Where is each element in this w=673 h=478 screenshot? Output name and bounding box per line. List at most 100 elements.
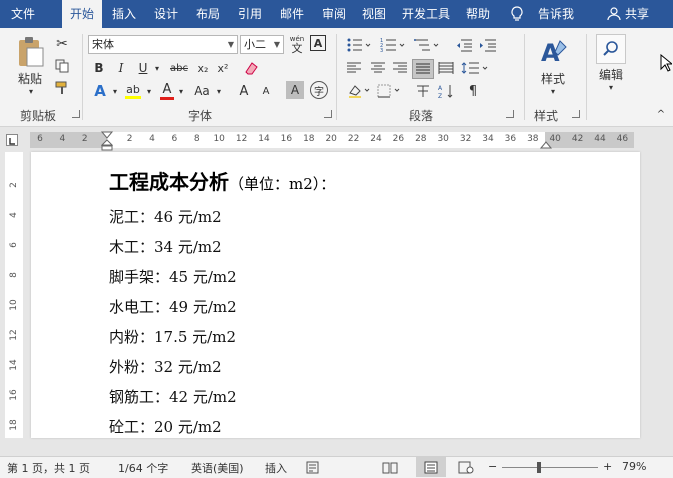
- vertical-scrollbar[interactable]: [645, 152, 659, 438]
- chevron-down-icon[interactable]: ▾: [152, 59, 162, 77]
- highlight-color-button[interactable]: ab: [122, 81, 144, 101]
- zoom-level[interactable]: 79%: [622, 460, 646, 473]
- tab-file[interactable]: 文件: [8, 0, 38, 28]
- share-button[interactable]: 共享: [622, 0, 652, 28]
- text-effects-icon[interactable]: A: [90, 81, 110, 101]
- document-line[interactable]: 脚手架：45 元/m2: [109, 266, 237, 287]
- web-layout-icon[interactable]: [458, 461, 474, 477]
- paste-button[interactable]: 粘贴: [12, 70, 48, 86]
- change-case-button[interactable]: Aa: [190, 81, 214, 101]
- character-border-icon[interactable]: A: [310, 35, 326, 51]
- collapse-ribbon-icon[interactable]: ^: [655, 108, 667, 120]
- increase-indent-icon[interactable]: [478, 36, 498, 54]
- zoom-slider-track[interactable]: [502, 467, 598, 468]
- grow-font-button[interactable]: A: [236, 81, 252, 101]
- right-indent-marker[interactable]: [539, 138, 553, 152]
- italic-button[interactable]: I: [112, 59, 130, 77]
- tab-help[interactable]: 帮助: [462, 0, 494, 28]
- tab-review[interactable]: 审阅: [318, 0, 350, 28]
- subscript-button[interactable]: x₂: [194, 59, 212, 77]
- multilevel-list-icon[interactable]: [412, 36, 442, 54]
- insert-mode-indicator[interactable]: 插入: [265, 460, 287, 476]
- editing-button[interactable]: 编辑: [592, 66, 630, 82]
- document-heading[interactable]: 工程成本分析（单位：m2）：: [109, 166, 335, 195]
- bold-button[interactable]: B: [90, 59, 108, 77]
- zoom-in-button[interactable]: +: [603, 460, 612, 473]
- tab-stop-selector[interactable]: [6, 134, 18, 146]
- bullets-icon[interactable]: [344, 36, 374, 54]
- document-line[interactable]: 砼工：20 元/m2: [109, 416, 222, 437]
- zoom-out-button[interactable]: −: [488, 460, 497, 473]
- chevron-down-icon[interactable]: ▾: [606, 82, 616, 92]
- styles-gallery-icon[interactable]: A: [538, 36, 570, 66]
- font-size-combo[interactable]: 小二 ▼: [240, 35, 284, 54]
- chevron-down-icon[interactable]: ▾: [144, 81, 154, 101]
- chevron-down-icon[interactable]: ▾: [110, 81, 120, 101]
- superscript-button[interactable]: x²: [214, 59, 232, 77]
- align-center-icon[interactable]: [368, 59, 388, 77]
- line-spacing-icon[interactable]: [460, 59, 490, 77]
- paragraph-shading-icon[interactable]: [346, 81, 372, 101]
- document-line[interactable]: 木工：34 元/m2: [109, 236, 222, 257]
- document-line[interactable]: 水电工：49 元/m2: [109, 296, 237, 317]
- styles-group-label: 样式: [533, 109, 558, 123]
- lightbulb-icon[interactable]: [508, 0, 526, 28]
- document-line[interactable]: 内粉：17.5 元/m2: [109, 326, 236, 347]
- strikethrough-button[interactable]: abc: [166, 59, 192, 77]
- borders-icon[interactable]: [376, 81, 402, 101]
- first-line-indent-marker[interactable]: [100, 131, 114, 154]
- styles-button[interactable]: 样式: [530, 70, 576, 86]
- font-color-button[interactable]: A: [158, 81, 176, 101]
- phonetic-guide-icon[interactable]: wén 文: [288, 33, 306, 55]
- tab-home[interactable]: 开始: [62, 0, 102, 28]
- page-count[interactable]: 第 1 页，共 1 页: [7, 460, 90, 476]
- tab-developer[interactable]: 开发工具: [398, 0, 454, 28]
- shrink-font-button[interactable]: A: [258, 81, 274, 101]
- chevron-down-icon[interactable]: ▾: [214, 81, 224, 101]
- distributed-icon[interactable]: [436, 59, 456, 77]
- justify-icon[interactable]: [412, 59, 434, 79]
- chinese-layout-icon[interactable]: [414, 81, 432, 101]
- align-right-icon[interactable]: [390, 59, 410, 77]
- show-marks-icon[interactable]: ¶: [464, 81, 482, 101]
- copy-icon[interactable]: [54, 58, 70, 74]
- tab-insert[interactable]: 插入: [108, 0, 140, 28]
- chevron-down-icon[interactable]: ▾: [548, 86, 558, 96]
- ruler-tick-label: 44: [594, 134, 606, 144]
- align-left-icon[interactable]: [344, 59, 364, 77]
- font-name-combo[interactable]: 宋体 ▼: [88, 35, 238, 54]
- read-mode-icon[interactable]: [382, 461, 398, 477]
- word-count[interactable]: 1/64 个字: [118, 460, 168, 476]
- macro-record-icon[interactable]: [306, 461, 320, 477]
- tab-design[interactable]: 设计: [150, 0, 182, 28]
- document-line[interactable]: 钢筋工：42 元/m2: [109, 386, 237, 407]
- clipboard-launcher-icon[interactable]: [72, 110, 80, 118]
- search-icon[interactable]: [596, 34, 626, 64]
- underline-button[interactable]: U: [134, 59, 152, 77]
- numbering-icon[interactable]: 123: [378, 36, 408, 54]
- decrease-indent-icon[interactable]: [454, 36, 474, 54]
- tell-me-search[interactable]: 告诉我: [534, 0, 578, 28]
- scissors-icon[interactable]: ✂: [54, 36, 70, 52]
- document-line[interactable]: 外粉：32 元/m2: [109, 356, 222, 377]
- clear-formatting-icon[interactable]: [242, 59, 260, 77]
- tab-layout[interactable]: 布局: [192, 0, 224, 28]
- document-page[interactable]: 工程成本分析（单位：m2）： 泥工：46 元/m2 木工：34 元/m2 脚手架…: [31, 152, 640, 438]
- chevron-down-icon[interactable]: ▾: [176, 81, 186, 101]
- print-layout-icon[interactable]: [416, 457, 446, 477]
- chevron-down-icon[interactable]: ▾: [26, 86, 36, 96]
- paste-icon[interactable]: [14, 34, 48, 70]
- tab-references[interactable]: 引用: [234, 0, 266, 28]
- zoom-slider-thumb[interactable]: [536, 462, 541, 473]
- enclose-characters-button[interactable]: 字: [310, 81, 328, 99]
- document-line[interactable]: 泥工：46 元/m2: [109, 206, 222, 227]
- character-shading-button[interactable]: A: [286, 81, 304, 99]
- format-painter-icon[interactable]: [54, 80, 70, 96]
- tab-view[interactable]: 视图: [358, 0, 390, 28]
- sort-icon[interactable]: AZ: [436, 81, 458, 101]
- font-launcher-icon[interactable]: [324, 110, 332, 118]
- tab-mailings[interactable]: 邮件: [276, 0, 308, 28]
- language-indicator[interactable]: 英语(美国): [191, 460, 244, 476]
- styles-launcher-icon[interactable]: [572, 110, 580, 118]
- paragraph-launcher-icon[interactable]: [506, 110, 514, 118]
